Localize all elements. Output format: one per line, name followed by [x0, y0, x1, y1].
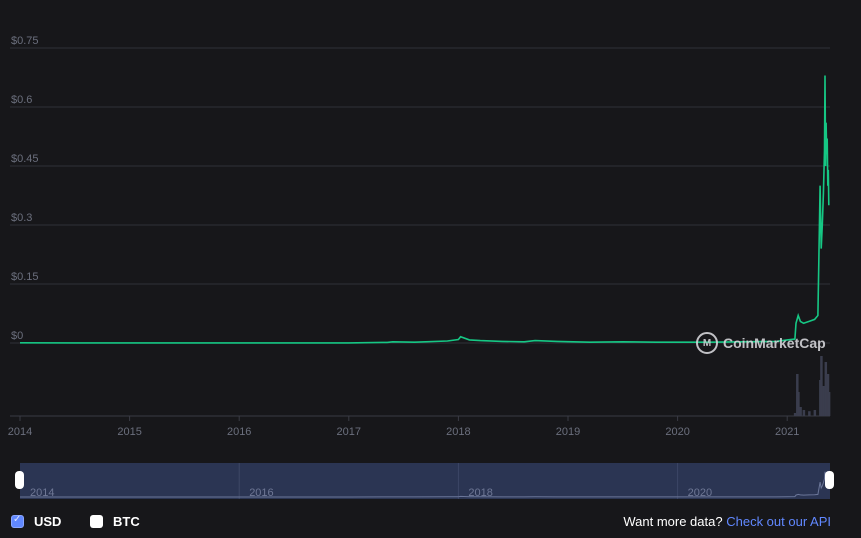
api-prompt: Want more data? — [623, 514, 723, 529]
volume-bar — [820, 356, 823, 416]
volume-bar — [827, 392, 831, 416]
x-tick-label: 2017 — [337, 426, 361, 438]
price-chart: $0 $0.15 $0.3 $0.45 $0.6 $0.75 2014 2015 2016 201… — [8, 35, 834, 499]
volume-bar — [822, 386, 825, 416]
y-tick-label: $0.6 — [11, 94, 32, 106]
volume-bar — [799, 407, 802, 416]
x-tick-label: 2018 — [446, 426, 470, 438]
y-tick-label: $0.3 — [11, 212, 32, 224]
x-tick-label: 2020 — [665, 426, 689, 438]
price-line — [19, 75, 830, 344]
usd-label: USD — [34, 514, 62, 529]
legend-btc[interactable]: BTC — [90, 514, 140, 529]
x-tick-label: 2019 — [556, 426, 580, 438]
volume-bar — [813, 410, 817, 416]
x-tick-label: 2015 — [117, 426, 141, 438]
watermark-text: CoinMarketCap — [723, 335, 826, 351]
volume-bar — [802, 410, 806, 416]
btc-checkbox[interactable] — [90, 515, 103, 528]
y-tick-label: $0.15 — [11, 271, 39, 283]
volume-bar — [793, 413, 797, 416]
y-tick-label: $0 — [11, 330, 23, 342]
btc-label: BTC — [113, 514, 140, 529]
navigator-handle-right[interactable] — [825, 471, 834, 489]
coinmarketcap-watermark: M CoinMarketCap — [696, 332, 826, 354]
coinmarketcap-logo-icon: M — [696, 332, 718, 354]
legend-usd[interactable]: USD — [11, 514, 61, 529]
x-tick-label: 2014 — [8, 426, 32, 438]
x-tick-label: 2021 — [775, 426, 799, 438]
x-tick-label: 2016 — [227, 426, 251, 438]
volume-bar — [808, 411, 811, 416]
y-tick-label: $0.45 — [11, 153, 39, 165]
navigator-handle-left[interactable] — [15, 471, 24, 489]
volume-bar — [797, 392, 800, 416]
y-tick-label: $0.75 — [11, 35, 39, 47]
api-link[interactable]: Check out our API — [726, 514, 831, 529]
usd-checkbox[interactable] — [11, 514, 24, 528]
api-promo: Want more data? Check out our API — [623, 514, 831, 529]
